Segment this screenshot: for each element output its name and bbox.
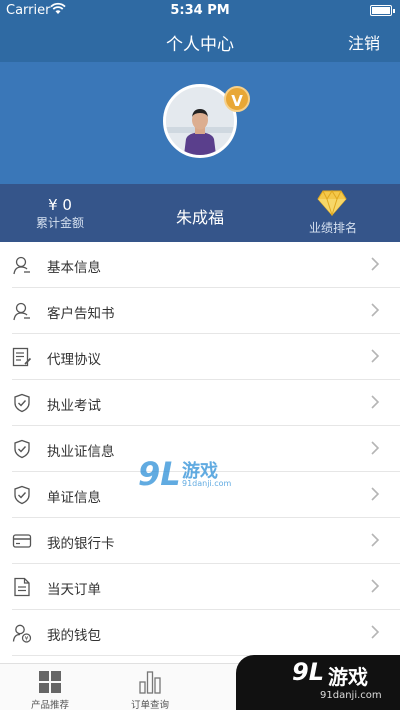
user-icon	[12, 255, 32, 275]
menu-item-label: 执业证信息	[47, 444, 115, 460]
menu-item-practice-exam[interactable]: 执业考试	[12, 380, 400, 426]
watermark-logo: 9L 游戏 91danji.com	[138, 455, 238, 495]
menu-item-basic-info[interactable]: 基本信息	[12, 242, 400, 288]
svg-text:¥: ¥	[25, 635, 29, 642]
menu-item-bank-card[interactable]: 我的银行卡	[12, 518, 400, 564]
menu-item-label: 我的钱包	[47, 628, 101, 644]
document-edit-icon	[12, 347, 32, 367]
grid-icon	[38, 670, 62, 694]
menu-item-label: 基本信息	[47, 260, 101, 276]
shield-check-icon	[12, 439, 32, 459]
chevron-right-icon	[371, 578, 380, 593]
status-time: 5:34 PM	[170, 3, 230, 18]
chevron-right-icon	[371, 302, 380, 317]
page-title: 个人中心	[166, 35, 234, 55]
watermark-logo-mark: 9L	[138, 455, 181, 493]
chevron-right-icon	[371, 348, 380, 363]
status-bar: Carrier 5:34 PM	[0, 0, 400, 22]
chevron-right-icon	[371, 256, 380, 271]
chevron-right-icon	[371, 440, 380, 455]
shield-check-icon	[12, 393, 32, 413]
tab-order-query[interactable]: 订单查询	[100, 664, 200, 710]
shield-check-icon	[12, 485, 32, 505]
menu-item-label: 客户告知书	[47, 306, 115, 322]
battery-icon	[370, 5, 395, 16]
menu-item-today-orders[interactable]: 当天订单	[12, 564, 400, 610]
watermark-corner-text: 游戏	[328, 665, 368, 689]
user-name: 朱成福	[175, 208, 224, 227]
watermark-corner-logo: 9L	[292, 658, 324, 686]
stats-bar: ¥ 0 累计金额 朱成福 业绩排名	[0, 184, 400, 242]
diamond-icon[interactable]	[317, 190, 347, 220]
document-icon	[12, 577, 32, 597]
credit-card-icon	[12, 531, 32, 551]
menu-list: 基本信息 客户告知书 代理协议 执业考试 执业证信息 单证信息 我的银行卡 当天…	[0, 242, 400, 656]
menu-item-agency-agreement[interactable]: 代理协议	[12, 334, 400, 380]
wallet-user-icon: ¥	[12, 623, 32, 643]
watermark-corner: 9L 游戏 91danji.com	[236, 655, 400, 710]
menu-item-label: 代理协议	[47, 352, 101, 368]
chevron-right-icon	[371, 624, 380, 639]
watermark-url: 91danji.com	[182, 479, 232, 488]
chevron-right-icon	[371, 532, 380, 547]
tab-label: 订单查询	[130, 700, 169, 710]
chevron-right-icon	[371, 486, 380, 501]
bar-chart-icon	[138, 670, 162, 694]
navigation-bar: 个人中心 注销	[0, 22, 400, 62]
menu-item-label: 单证信息	[47, 490, 101, 506]
cumulative-amount-value: ¥ 0	[48, 196, 72, 214]
chevron-right-icon	[371, 394, 380, 409]
profile-header: V	[0, 62, 400, 184]
menu-item-customer-notice[interactable]: 客户告知书	[12, 288, 400, 334]
menu-item-label: 当天订单	[47, 582, 101, 598]
watermark-corner-url: 91danji.com	[320, 690, 382, 701]
menu-item-label: 我的银行卡	[47, 536, 115, 552]
cumulative-amount-label: 累计金额	[35, 216, 84, 230]
vip-badge: V	[224, 86, 250, 112]
menu-item-label: 执业考试	[47, 398, 101, 414]
user-icon	[12, 301, 32, 321]
logout-button[interactable]: 注销	[348, 30, 380, 54]
menu-item-wallet[interactable]: ¥ 我的钱包	[12, 610, 400, 656]
ranking-label[interactable]: 业绩排名	[300, 219, 366, 236]
tab-label: 产品推荐	[30, 700, 69, 710]
tab-product-recommend[interactable]: 产品推荐	[0, 664, 100, 710]
